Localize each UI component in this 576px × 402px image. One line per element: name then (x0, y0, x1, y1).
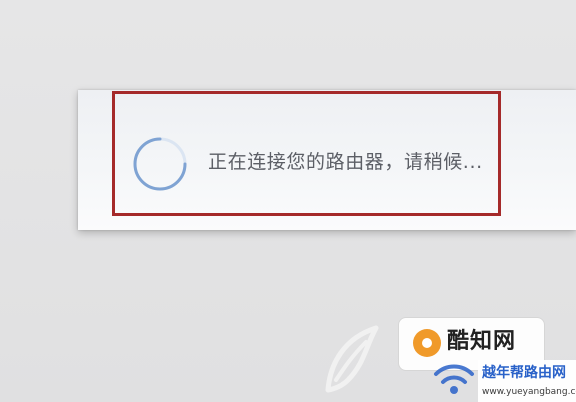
site-url-text: www.yueyangbang.com (482, 387, 576, 397)
brand-badge-text: 酷知网 (447, 329, 517, 354)
loading-spinner-icon (133, 137, 187, 191)
site-name-text: 越年帮路由网 (482, 365, 566, 381)
wifi-icon (434, 364, 474, 394)
orange-circle-logo-icon (413, 329, 441, 357)
feather-logo-icon (325, 325, 379, 393)
connection-status-text: 正在连接您的路由器，请稍候... (208, 151, 483, 173)
site-watermark: 越年帮路由网 www.yueyangbang.com (478, 360, 576, 402)
